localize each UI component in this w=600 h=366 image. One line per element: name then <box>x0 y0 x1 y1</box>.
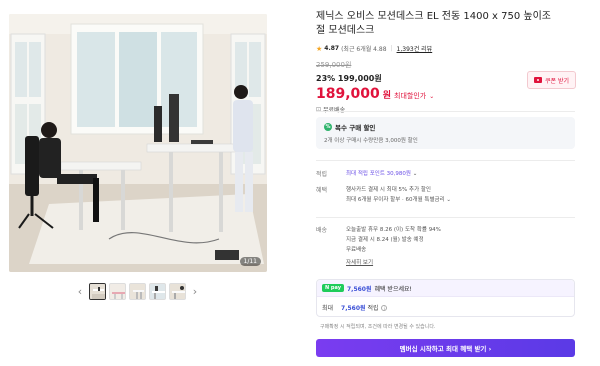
shipping-info: ⊡ 무료배송 <box>316 105 576 114</box>
npay-benefit-header: N pay 7,560원 혜택 받으세요! <box>317 280 574 297</box>
benefits-row: 혜택 행사카드 결제 시 최대 5% 추가 할인 최대 6개월 무이자 할부 ·… <box>316 185 575 209</box>
coupon-button-label: 쿠폰 받기 <box>545 77 569 85</box>
delivery-label: 배송 <box>316 227 328 234</box>
delivery-eta: 오늘출발 휴무 8.26 (이) 도착 확률 94% <box>346 227 441 233</box>
final-price: 189,000 <box>316 86 380 102</box>
coupon-icon <box>534 77 542 83</box>
npay-body-label: 최대 <box>322 304 334 312</box>
benefit-card-discount: 행사카드 결제 시 최대 5% 추가 할인 <box>346 187 431 193</box>
standing-desk-photo <box>9 14 267 272</box>
accrual-notice: 구매확정 시 적립되며, 조건에 따라 변경될 수 있습니다. <box>320 324 436 330</box>
npay-head-amount: 7,560원 <box>346 285 372 293</box>
rating-period: (최근 6개월 4.88 <box>341 46 387 53</box>
photo-counter: 1/11 <box>239 257 261 266</box>
info-icon[interactable]: i <box>381 305 388 311</box>
next-thumb-arrow-icon[interactable]: › <box>189 281 201 301</box>
max-discount-label: 최대할인가 <box>394 92 427 100</box>
thumbnail-4[interactable] <box>149 282 166 300</box>
delivery-more-link[interactable]: 자세히 보기 <box>346 260 373 266</box>
chevron-down-icon[interactable]: ⌄ <box>446 197 451 203</box>
divider <box>316 160 575 161</box>
product-title: 제닉스 오비스 모션데스크 EL 전동 1400 x 750 높이조절 모션데스… <box>316 11 551 36</box>
final-price-unit: 원 <box>382 91 392 101</box>
rating-score: 4.87 <box>324 45 340 52</box>
rating-separator: | <box>390 45 393 52</box>
star-icon: ★ <box>316 44 323 53</box>
promo-title: 복수 구매 할인 <box>335 124 376 132</box>
review-count-link[interactable]: 1,393건 리뷰 <box>397 44 433 53</box>
product-info: 제닉스 오비스 모션데스크 EL 전동 1400 x 750 높이조절 모션데스… <box>316 10 576 114</box>
chevron-down-icon[interactable]: ⌄ <box>429 93 434 100</box>
main-product-photo[interactable]: 1/11 <box>9 14 267 272</box>
coupon-button[interactable]: 쿠폰 받기 <box>527 71 576 89</box>
thumbnail-2[interactable] <box>109 282 126 300</box>
delivery-fee: 무료배송 <box>346 247 367 253</box>
thumbnail-3[interactable] <box>129 282 146 300</box>
discount-icon: % <box>324 123 332 131</box>
npay-benefit-box: N pay 7,560원 혜택 받으세요! 최대 7,560원 적립 i <box>316 279 575 317</box>
chevron-down-icon[interactable]: ⌄ <box>413 171 418 177</box>
points-text[interactable]: 최대 적립 포인트 30,980원 <box>346 171 411 177</box>
thumbnail-5[interactable] <box>169 282 186 300</box>
npay-benefit-body: 최대 7,560원 적립 i <box>317 297 574 317</box>
npay-badge: N pay <box>322 284 344 292</box>
points-label: 적립 <box>316 171 328 178</box>
membership-cta-button[interactable]: 멤버십 시작하고 최대 혜택 받기 › <box>316 339 575 357</box>
rating-row: ★ 4.87 (최근 6개월 4.88 | 1,393건 리뷰 <box>316 44 576 54</box>
prev-thumb-arrow-icon[interactable]: ‹ <box>74 281 86 301</box>
thumbnail-1[interactable] <box>89 282 106 300</box>
divider <box>316 111 575 112</box>
promo-description: 2개 이상 구매시 수량만큼 3,000원 할인 <box>324 138 418 144</box>
multi-buy-promo: % 복수 구매 할인 2개 이상 구매시 수량만큼 3,000원 할인 <box>316 117 575 149</box>
benefits-label: 혜택 <box>316 187 328 194</box>
delivery-ship-date: 지금 결제 시 8.24 (월) 발송 예정 <box>346 237 424 243</box>
delivery-row: 배송 오늘출발 휴무 8.26 (이) 도착 확률 94% 지금 결제 시 8.… <box>316 225 575 267</box>
divider <box>316 217 575 218</box>
npay-head-text: 혜택 받으세요! <box>374 285 412 293</box>
benefit-installment: 최대 6개월 무이자 할부 · 60개월 특별금리 <box>346 197 445 203</box>
thumbnail-strip: ‹ › <box>74 281 201 301</box>
npay-body-amount: 7,560원 <box>341 304 366 312</box>
shipping-text: 무료배송 <box>323 105 345 114</box>
points-row: 적립 최대 적립 포인트 30,980원 ⌄ <box>316 169 575 181</box>
npay-body-suffix: 적립 <box>367 304 379 312</box>
original-price: 259,000원 <box>316 61 352 69</box>
